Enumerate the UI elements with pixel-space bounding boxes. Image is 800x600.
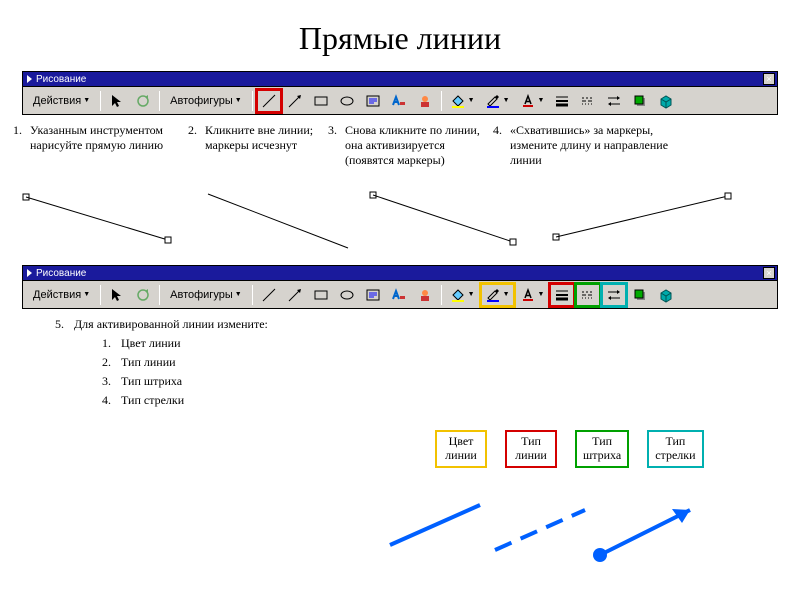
actions-menu[interactable]: Действия▼ (27, 284, 96, 306)
dash-style-icon[interactable] (576, 90, 600, 112)
line-tool-icon[interactable] (257, 284, 281, 306)
sub3-text: Тип штриха (121, 374, 182, 389)
sub1-num: 1. (102, 336, 111, 351)
textbox-tool-icon[interactable] (361, 284, 385, 306)
fill-color-icon[interactable]: ▼ (446, 90, 479, 112)
sub2-text: Тип линии (121, 355, 176, 370)
sub2-num: 2. (102, 355, 111, 370)
shadow-icon[interactable] (628, 284, 652, 306)
close-icon[interactable]: × (763, 267, 775, 279)
textbox-tool-icon[interactable] (361, 90, 385, 112)
arrow-tool-icon[interactable] (283, 90, 307, 112)
font-color-icon[interactable]: ▼ (516, 284, 549, 306)
dash-style-icon[interactable] (576, 284, 600, 306)
line-demos (8, 176, 778, 261)
step2-num: 2. (183, 123, 197, 168)
toolbar-titlebar: Рисование × (22, 71, 778, 87)
3d-icon[interactable] (654, 284, 678, 306)
step1-num: 1. (8, 123, 22, 168)
font-color-icon[interactable]: ▼ (516, 90, 549, 112)
shadow-icon[interactable] (628, 90, 652, 112)
autoshapes-menu[interactable]: Автофигуры▼ (164, 90, 248, 112)
sub4-text: Тип стрелки (121, 393, 184, 408)
expand-icon (27, 75, 32, 83)
oval-tool-icon[interactable] (335, 284, 359, 306)
line-style-icon[interactable] (550, 284, 574, 306)
blue-line-examples (380, 485, 780, 585)
style-labels: Цветлинии Типлинии Типштриха Типстрелки (435, 430, 704, 468)
sub3-num: 3. (102, 374, 111, 389)
step3-num: 3. (323, 123, 337, 168)
toolbar-titlebar: Рисование × (22, 265, 778, 281)
label-line-color: Цветлинии (435, 430, 487, 468)
close-icon[interactable]: × (763, 73, 775, 85)
drawing-toolbar-2: Рисование × Действия▼ Автофигуры▼ ▼ ▼ ▼ (22, 265, 778, 309)
steps-row: 1.Указанным инструментом нарисуйте пряму… (8, 123, 792, 168)
toolbar-caption: Рисование (36, 74, 86, 85)
toolbar-body: Действия▼ Автофигуры▼ ▼ ▼ ▼ (22, 87, 778, 115)
step4-num: 4. (488, 123, 502, 168)
rotate-icon[interactable] (131, 90, 155, 112)
fill-color-icon[interactable]: ▼ (446, 284, 479, 306)
label-line-type: Типлинии (505, 430, 557, 468)
arrow-style-icon[interactable] (602, 284, 626, 306)
step2-text: Кликните вне линии; маркеры исчезнут (205, 123, 323, 168)
wordart-icon[interactable] (387, 90, 411, 112)
step4-text: «Схватившись» за маркеры, измените длину… (510, 123, 688, 168)
line-style-icon[interactable] (550, 90, 574, 112)
step5-num: 5. (50, 317, 64, 412)
drawing-toolbar-1: Рисование × Действия▼ Автофигуры▼ ▼ ▼ ▼ (22, 71, 778, 115)
step5-text: Для активированной линии измените: (74, 317, 268, 331)
actions-menu[interactable]: Действия▼ (27, 90, 96, 112)
autoshapes-menu[interactable]: Автофигуры▼ (164, 284, 248, 306)
rotate-icon[interactable] (131, 284, 155, 306)
arrow-tool-icon[interactable] (283, 284, 307, 306)
sub4-num: 4. (102, 393, 111, 408)
line-tool-icon[interactable] (257, 90, 281, 112)
step5-block: 5. Для активированной линии измените: 1.… (50, 317, 800, 412)
clipart-icon[interactable] (413, 284, 437, 306)
rectangle-tool-icon[interactable] (309, 284, 333, 306)
wordart-icon[interactable] (387, 284, 411, 306)
clipart-icon[interactable] (413, 90, 437, 112)
label-arrow-type: Типстрелки (647, 430, 703, 468)
toolbar-caption: Рисование (36, 268, 86, 279)
toolbar-body: Действия▼ Автофигуры▼ ▼ ▼ ▼ (22, 281, 778, 309)
oval-tool-icon[interactable] (335, 90, 359, 112)
sub1-text: Цвет линии (121, 336, 181, 351)
rectangle-tool-icon[interactable] (309, 90, 333, 112)
3d-icon[interactable] (654, 90, 678, 112)
line-color-icon[interactable]: ▼ (481, 90, 514, 112)
step3-text: Снова кликните по линии, она активизируе… (345, 123, 488, 168)
step1-text: Указанным инструментом нарисуйте прямую … (30, 123, 183, 168)
arrow-style-icon[interactable] (602, 90, 626, 112)
expand-icon (27, 269, 32, 277)
page-title: Прямые линии (0, 0, 800, 71)
select-arrow-icon[interactable] (105, 90, 129, 112)
label-dash-type: Типштриха (575, 430, 629, 468)
select-arrow-icon[interactable] (105, 284, 129, 306)
line-color-icon[interactable]: ▼ (481, 284, 514, 306)
